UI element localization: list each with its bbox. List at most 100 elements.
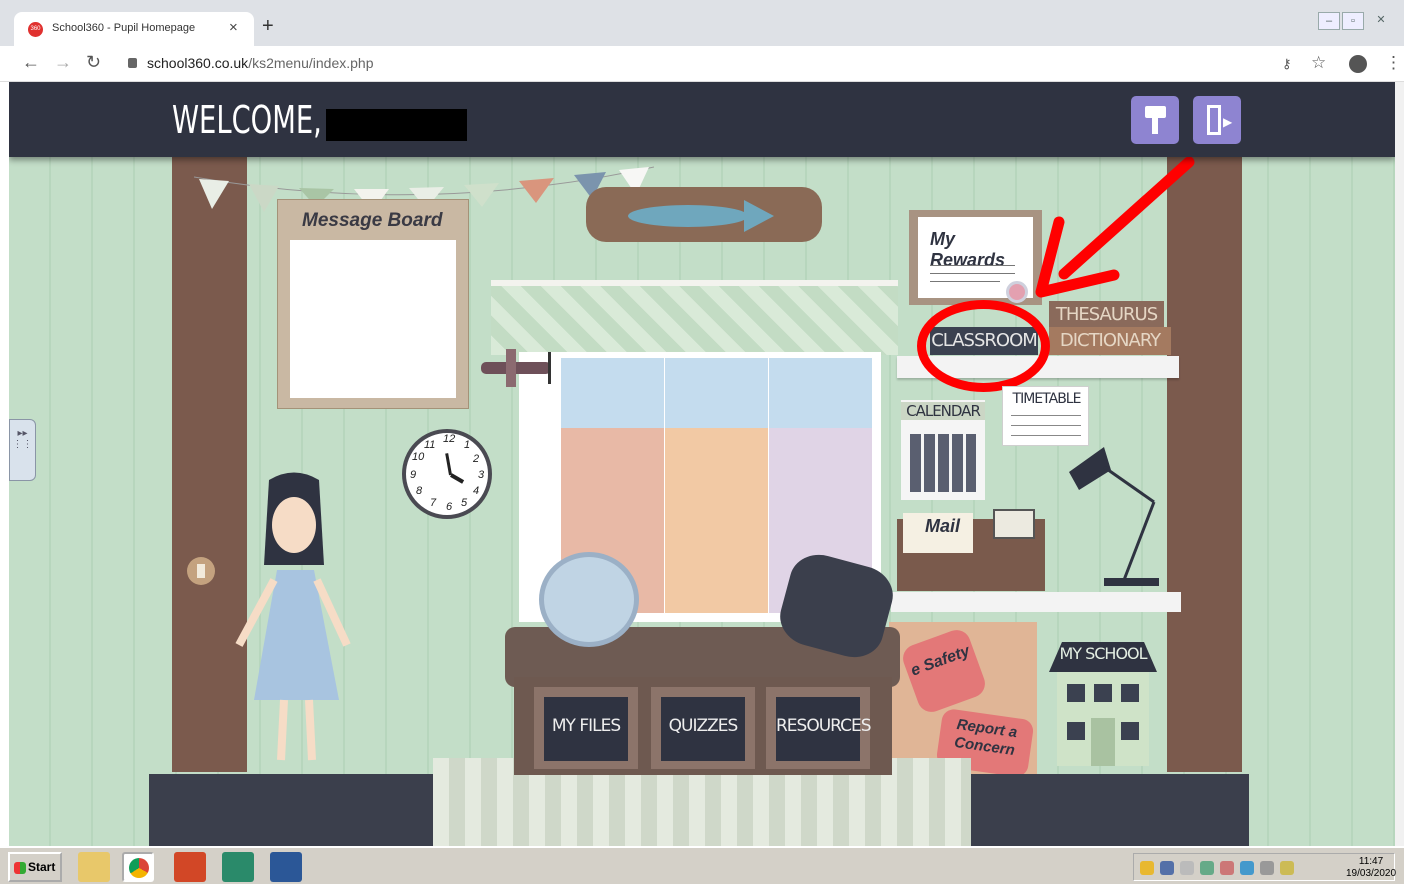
key-icon[interactable]: ⚷ [1282, 56, 1292, 72]
side-panel-toggle[interactable]: ▸▸ ⋮⋮ [9, 419, 36, 481]
page-scrollbar[interactable] [1395, 82, 1404, 846]
paint-roller-handle [1152, 118, 1158, 134]
desk-lamp[interactable] [1049, 442, 1169, 592]
desk [891, 592, 1181, 612]
system-tray: 11:47 19/03/2020 [1133, 853, 1396, 881]
dictionary-book[interactable]: DICTIONARY [1049, 327, 1171, 355]
esafety-sign[interactable]: e Safety [899, 626, 989, 716]
expand-arrows-icon: ▸▸ [17, 428, 28, 439]
clock-number: 10 [412, 451, 425, 463]
clock-number: 9 [410, 469, 417, 481]
reload-icon[interactable]: ↻ [86, 52, 101, 73]
dictionary-label: DICTIONARY [1059, 330, 1161, 351]
chrome-icon[interactable] [122, 852, 154, 882]
mounted-fish-plaque [586, 187, 822, 242]
start-label: Start [28, 860, 56, 874]
message-board-label: Message Board [302, 210, 443, 231]
printer-icon[interactable] [1260, 861, 1274, 875]
back-icon[interactable]: ← [22, 52, 40, 73]
school-window [1121, 722, 1139, 740]
chrome-logo [129, 858, 149, 878]
redacted-name [326, 109, 467, 141]
word-icon[interactable] [270, 852, 302, 882]
mail-label: Mail [925, 516, 961, 536]
device-icon[interactable] [1200, 861, 1214, 875]
grip-icon: ⋮⋮ [12, 439, 33, 450]
calendar[interactable]: CALENDAR [901, 400, 985, 500]
powerpoint-icon[interactable] [174, 852, 206, 882]
monitor-icon[interactable] [1240, 861, 1254, 875]
logout-door-icon [1207, 105, 1221, 135]
pillow-blue [539, 552, 639, 647]
rewards-line [930, 265, 1015, 266]
browser-tab[interactable]: 360 School360 - Pupil Homepage × [14, 12, 254, 46]
annotation-circle [917, 300, 1050, 392]
wall-clock: 12 1 2 3 4 5 6 7 8 9 10 11 [402, 429, 492, 519]
fish-body [628, 205, 748, 227]
annotation-arrow [1035, 156, 1195, 298]
pupil-avatar[interactable] [229, 470, 359, 770]
mail-tray[interactable]: Mail [897, 509, 1045, 591]
timetable[interactable]: TIMETABLE [1002, 386, 1089, 446]
resources-drawer[interactable]: RESOURCES [766, 687, 872, 769]
page-header: WELCOME, ▶ [9, 82, 1395, 157]
windows-taskbar: Start 11:47 19/03/2020 [0, 846, 1404, 884]
url-host: school360.co.uk [147, 55, 249, 71]
tab-bar: 360 School360 - Pupil Homepage × + – ▫ ✕ [0, 0, 1404, 46]
theme-paint-button[interactable] [1131, 96, 1179, 144]
logout-button[interactable]: ▶ [1193, 96, 1241, 144]
menu-kebab-icon[interactable]: ⋮ [1385, 53, 1402, 73]
publisher-icon[interactable] [222, 852, 254, 882]
account-icon[interactable] [1349, 55, 1367, 73]
esafety-label: e Safety [908, 642, 973, 680]
clock-minute-hand [445, 453, 452, 476]
rewards-paper: My Rewards [918, 217, 1033, 303]
restore-icon[interactable]: ▫ [1342, 12, 1364, 30]
tab-title: School360 - Pupil Homepage [52, 22, 196, 34]
url-field[interactable]: school360.co.uk/ks2menu/index.php [147, 55, 374, 71]
calendar-label: CALENDAR [901, 402, 985, 420]
clock-number: 8 [416, 485, 423, 497]
light-switch [187, 557, 215, 585]
my-files-label: MY FILES [551, 716, 621, 736]
house-view [665, 428, 768, 613]
lock-icon [128, 58, 137, 68]
school360-favicon-icon: 360 [28, 22, 43, 37]
clock-number: 11 [424, 439, 436, 451]
report-concern-label: Report a Concern [953, 715, 1019, 760]
start-button[interactable]: Start [8, 852, 62, 882]
clock-number: 12 [443, 433, 456, 445]
school-walls [1057, 672, 1149, 766]
resources-label: RESOURCES [776, 716, 872, 736]
tab-close-icon[interactable]: × [229, 19, 238, 36]
close-window-icon[interactable]: ✕ [1370, 12, 1392, 30]
network-icon[interactable] [1160, 861, 1174, 875]
clock-number: 1 [464, 439, 471, 451]
bookmark-star-icon[interactable]: ☆ [1311, 53, 1326, 73]
tools-icon[interactable] [1220, 861, 1234, 875]
url-path: /ks2menu/index.php [248, 55, 374, 71]
school360-page: Message Board 12 1 2 3 4 5 6 7 8 9 10 11 [9, 82, 1395, 846]
browser-window: 360 School360 - Pupil Homepage × + – ▫ ✕… [0, 0, 1404, 884]
timetable-line [1011, 435, 1081, 436]
timetable-line [1011, 415, 1081, 416]
thesaurus-book[interactable]: THESAURUS [1049, 301, 1164, 329]
my-school-building[interactable]: MY SCHOOL [1049, 642, 1157, 766]
calculator-icon [993, 509, 1035, 539]
new-tab-button[interactable]: + [262, 16, 274, 36]
fish-tail [744, 200, 774, 232]
quizzes-drawer[interactable]: QUIZZES [651, 687, 755, 769]
clock-number: 2 [473, 453, 480, 465]
shield-icon[interactable] [1140, 861, 1154, 875]
message-board[interactable]: Message Board [277, 199, 469, 409]
school-door [1091, 718, 1115, 766]
folder-icon[interactable] [1280, 861, 1294, 875]
my-files-drawer[interactable]: MY FILES [534, 687, 638, 769]
tray-clock[interactable]: 11:47 19/03/2020 [1346, 856, 1396, 880]
minimize-icon[interactable]: – [1318, 12, 1340, 30]
volume-icon[interactable] [1180, 861, 1194, 875]
clock-number: 3 [478, 469, 485, 481]
forward-icon[interactable]: → [54, 52, 72, 73]
school-window [1094, 684, 1112, 702]
file-explorer-icon[interactable] [78, 852, 110, 882]
